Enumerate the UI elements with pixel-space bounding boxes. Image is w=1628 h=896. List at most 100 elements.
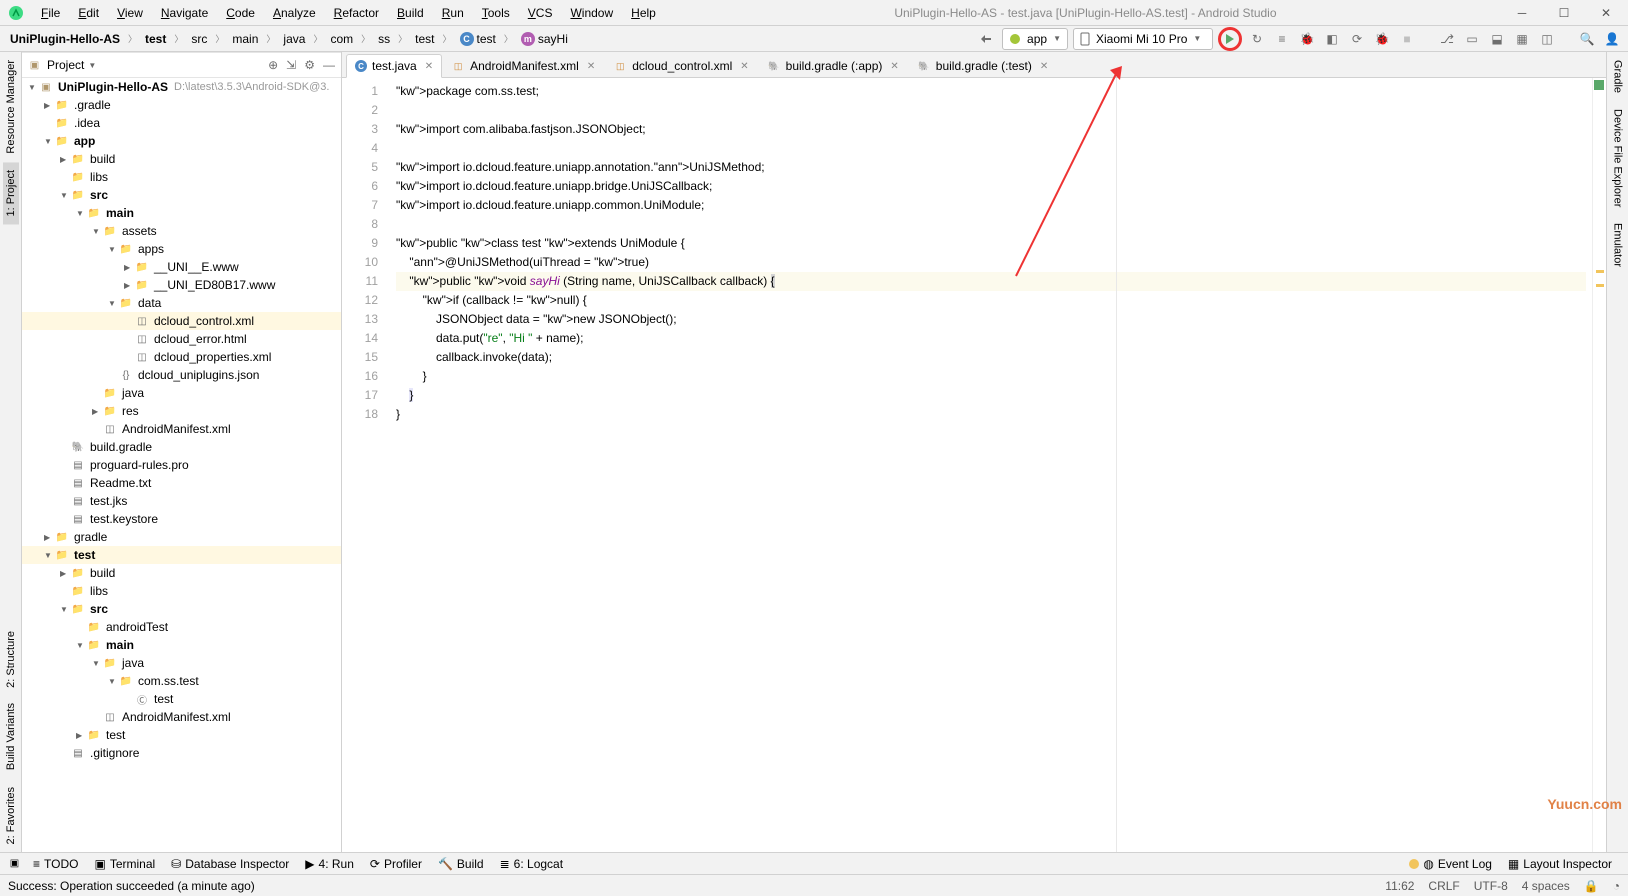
tree-row[interactable]: 📁libs (22, 168, 341, 186)
code-line[interactable]: "kw">import io.dcloud.feature.uniapp.com… (396, 196, 1586, 215)
expand-arrow-icon[interactable]: ▼ (108, 299, 118, 308)
menu-help[interactable]: Help (624, 4, 663, 22)
warning-marker[interactable] (1596, 270, 1604, 273)
tree-row[interactable]: ▼📁src (22, 186, 341, 204)
expand-arrow-icon[interactable]: ▼ (108, 677, 118, 686)
menu-code[interactable]: Code (219, 4, 262, 22)
tree-row[interactable]: ▼📁main (22, 204, 341, 222)
tree-row[interactable]: 📁libs (22, 582, 341, 600)
tree-row[interactable]: ▼📁data (22, 294, 341, 312)
tool-layout-inspector[interactable]: ▦Layout Inspector (1500, 855, 1620, 873)
tool-window--favorites[interactable]: 2: Favorites (3, 779, 19, 852)
run-button[interactable] (1218, 27, 1242, 51)
tree-row[interactable]: ▶📁__UNI__E.www (22, 258, 341, 276)
code-editor[interactable]: 123456789101112131415161718 "kw">package… (342, 78, 1606, 852)
debug-button[interactable]: 🐞 (1297, 29, 1317, 49)
tree-row[interactable]: 📁.idea (22, 114, 341, 132)
indent-setting[interactable]: 4 spaces (1522, 879, 1570, 893)
expand-arrow-icon[interactable]: ▶ (60, 155, 70, 164)
expand-arrow-icon[interactable]: ▼ (44, 137, 54, 146)
breadcrumb-item[interactable]: src (187, 30, 211, 48)
account-icon[interactable]: 👤 (1602, 29, 1622, 49)
code-line[interactable]: "ann">@UniJSMethod(uiThread = "kw">true) (396, 253, 1586, 272)
editor-content[interactable]: "kw">package com.ss.test; "kw">import co… (390, 78, 1592, 852)
tree-row[interactable]: ▶📁test (22, 726, 341, 744)
expand-arrow-icon[interactable]: ▼ (76, 209, 86, 218)
tree-row[interactable]: ▶📁build (22, 150, 341, 168)
expand-arrow-icon[interactable]: ▼ (60, 191, 70, 200)
tree-row[interactable]: ▼📁java (22, 654, 341, 672)
tool--logcat[interactable]: ≣6: Logcat (492, 855, 571, 873)
tool-window-gradle[interactable]: Gradle (1610, 52, 1626, 101)
target-icon[interactable]: ⊕ (268, 58, 278, 72)
attach-debugger-button[interactable]: 🐞 (1372, 29, 1392, 49)
code-line[interactable]: "kw">public "kw">void sayHi (String name… (396, 272, 1586, 291)
breadcrumb-item[interactable]: main (228, 30, 262, 48)
code-line[interactable]: data.put("re", "Hi " + name); (396, 329, 1586, 348)
expand-arrow-icon[interactable]: ▶ (92, 407, 102, 416)
coverage-button[interactable]: ◧ (1322, 29, 1342, 49)
sync-gradle-icon[interactable] (977, 29, 997, 49)
code-line[interactable]: "kw">public "kw">class test "kw">extends… (396, 234, 1586, 253)
close-button[interactable]: ✕ (1592, 3, 1620, 23)
tree-row[interactable]: 📁androidTest (22, 618, 341, 636)
tree-row[interactable]: ▤test.jks (22, 492, 341, 510)
line-separator[interactable]: CRLF (1428, 879, 1459, 893)
expand-arrow-icon[interactable]: ▶ (124, 281, 134, 290)
breadcrumb-item[interactable]: com (326, 30, 357, 48)
tool-todo[interactable]: ≡TODO (25, 855, 86, 873)
tool-database-inspector[interactable]: ⛁Database Inspector (163, 855, 297, 873)
gear-icon[interactable]: ⚙ (304, 58, 315, 72)
project-title[interactable]: Project (47, 58, 84, 72)
tree-row[interactable]: ▶📁__UNI_ED80B17.www (22, 276, 341, 294)
expand-arrow-icon[interactable]: ▶ (60, 569, 70, 578)
tree-row[interactable]: ▼📁app (22, 132, 341, 150)
tree-row[interactable]: Ⓒtest (22, 690, 341, 708)
search-everywhere-icon[interactable]: 🔍 (1577, 29, 1597, 49)
menu-analyze[interactable]: Analyze (266, 4, 323, 22)
tool-event-log[interactable]: ◍Event Log (1401, 855, 1500, 873)
tree-row[interactable]: ▼📁apps (22, 240, 341, 258)
breadcrumb-item[interactable]: test (141, 30, 170, 48)
resource-manager-icon[interactable]: ◫ (1537, 29, 1557, 49)
expand-arrow-icon[interactable]: ▼ (108, 245, 118, 254)
editor-tab[interactable]: ◫dcloud_control.xml✕ (604, 54, 757, 77)
stop-button[interactable]: ■ (1397, 29, 1417, 49)
tree-row[interactable]: ▤Readme.txt (22, 474, 341, 492)
code-line[interactable]: } (396, 386, 1586, 405)
tree-row[interactable]: ▼▣UniPlugin-Hello-ASD:\latest\3.5.3\Andr… (22, 78, 341, 96)
tree-row[interactable]: ▤.gitignore (22, 744, 341, 762)
menu-tools[interactable]: Tools (475, 4, 517, 22)
code-line[interactable]: "kw">package com.ss.test; (396, 82, 1586, 101)
tool-window-device-file-explorer[interactable]: Device File Explorer (1610, 101, 1626, 215)
tree-row[interactable]: ▶📁res (22, 402, 341, 420)
menu-file[interactable]: File (34, 4, 67, 22)
editor-tab[interactable]: ◫AndroidManifest.xml✕ (442, 54, 604, 77)
rerun-button[interactable]: ↻ (1247, 29, 1267, 49)
tree-row[interactable]: ▼📁src (22, 600, 341, 618)
profiler-button[interactable]: ⟳ (1347, 29, 1367, 49)
tool-window-resource-manager[interactable]: Resource Manager (3, 52, 19, 162)
expand-arrow-icon[interactable]: ▶ (76, 731, 86, 740)
breadcrumb-item[interactable]: ss (374, 30, 394, 48)
menu-refactor[interactable]: Refactor (327, 4, 386, 22)
chevron-down-icon[interactable]: ▼ (88, 61, 96, 70)
menu-build[interactable]: Build (390, 4, 431, 22)
tool-window-emulator[interactable]: Emulator (1610, 215, 1626, 275)
tool-terminal[interactable]: ▣Terminal (86, 855, 163, 873)
editor-tab[interactable]: 🐘build.gradle (:test)✕ (908, 54, 1057, 77)
close-tab-icon[interactable]: ✕ (1040, 61, 1048, 72)
warning-marker[interactable] (1596, 284, 1604, 287)
expand-arrow-icon[interactable]: ▼ (28, 83, 38, 92)
breadcrumb-item[interactable]: test (411, 30, 438, 48)
readonly-toggle-icon[interactable]: 🔒 (1584, 879, 1599, 893)
breadcrumb-item[interactable]: Ctest (456, 30, 500, 48)
tree-row[interactable]: ▼📁com.ss.test (22, 672, 341, 690)
expand-arrow-icon[interactable]: ▶ (44, 533, 54, 542)
tool-build[interactable]: 🔨Build (430, 855, 492, 873)
caret-position[interactable]: 11:62 (1385, 879, 1414, 893)
breadcrumb-item[interactable]: msayHi (517, 30, 572, 48)
code-line[interactable] (396, 101, 1586, 120)
tree-row[interactable]: ▼📁assets (22, 222, 341, 240)
tree-row[interactable]: ▤test.keystore (22, 510, 341, 528)
